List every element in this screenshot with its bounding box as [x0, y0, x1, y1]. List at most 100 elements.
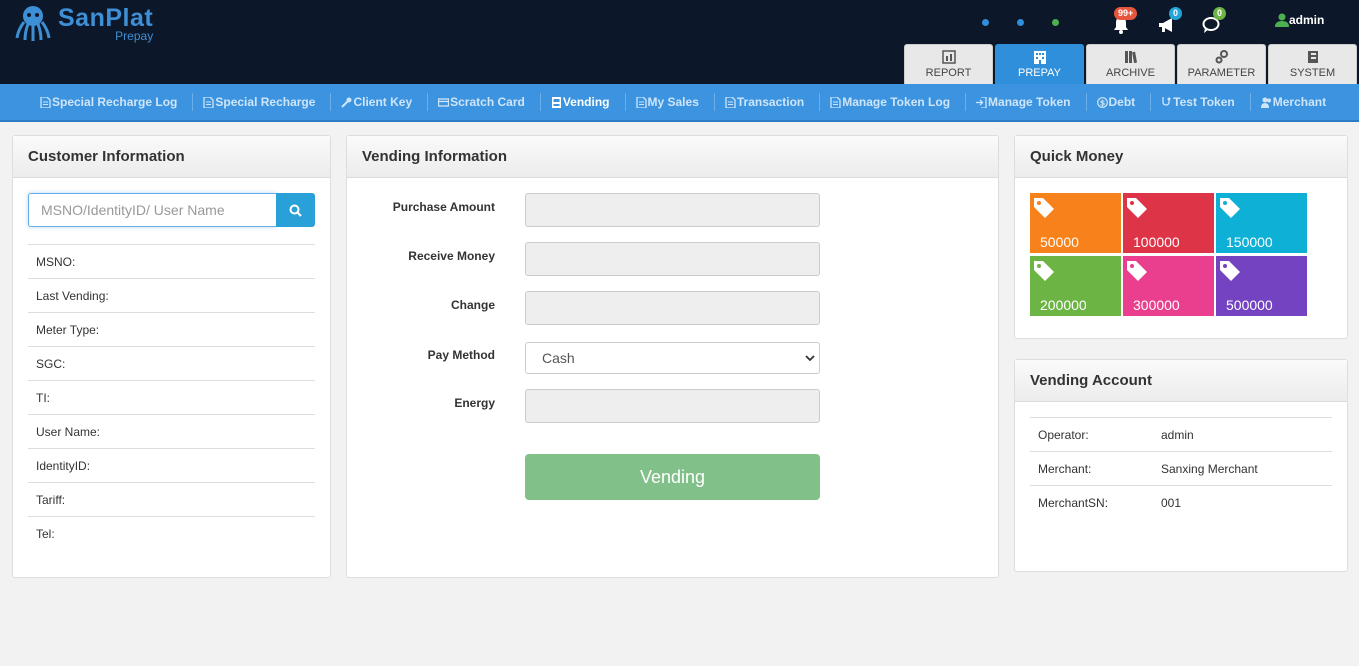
- document-icon: [203, 96, 215, 108]
- vending-account-panel: Vending Account Operator: admin Merchant…: [1014, 359, 1348, 572]
- messages-badge: 0: [1213, 7, 1227, 20]
- account-value: Sanxing Merchant: [1161, 461, 1258, 476]
- document-icon: [830, 96, 841, 108]
- quick-money-amount: 50000: [1040, 234, 1079, 250]
- vending-panel-title: Vending Information: [347, 136, 998, 178]
- tag-icon: [1034, 198, 1054, 218]
- submenu-client-key[interactable]: Client Key: [331, 93, 429, 111]
- tab-archive[interactable]: ARCHIVE: [1086, 44, 1175, 84]
- octopus-logo-icon: [15, 6, 51, 41]
- submenu-test-token[interactable]: Test Token: [1151, 93, 1251, 111]
- receive-money-field[interactable]: [525, 242, 820, 276]
- submenu-label: Vending: [562, 95, 610, 109]
- announcements-badge: 0: [1169, 7, 1183, 20]
- tag-icon: [1127, 198, 1147, 218]
- submenu-label: Special Recharge Log: [52, 95, 178, 109]
- submenu-manage-token[interactable]: Manage Token: [966, 93, 1087, 111]
- submenu-debt[interactable]: $ Debt: [1087, 93, 1152, 111]
- vending-account-title: Vending Account: [1015, 360, 1347, 402]
- submenu-vending[interactable]: Vending: [541, 93, 626, 111]
- logo[interactable]: SanPlat Prepay: [14, 4, 153, 42]
- tab-system[interactable]: SYSTEM: [1268, 44, 1357, 84]
- gears-icon: [1215, 50, 1228, 64]
- submenu-merchant[interactable]: Merchant: [1251, 93, 1341, 111]
- status-dot-blue-2: [1017, 19, 1024, 26]
- submenu-label: Manage Token Log: [842, 95, 951, 109]
- tab-system-label: SYSTEM: [1289, 67, 1336, 79]
- tab-report[interactable]: REPORT: [904, 44, 993, 84]
- submenu-bar: Special Recharge Log Special Recharge Cl…: [0, 84, 1359, 122]
- pay-method-select[interactable]: Cash: [525, 342, 820, 374]
- tab-report-label: REPORT: [925, 67, 972, 79]
- info-last-vending: Last Vending:: [28, 278, 315, 312]
- submenu-label: Transaction: [736, 95, 805, 109]
- info-tel: Tel:: [28, 516, 315, 550]
- quick-money-tile-50000[interactable]: 50000: [1030, 193, 1121, 253]
- vending-panel: Vending Information Purchase Amount Rece…: [346, 135, 999, 578]
- vending-button[interactable]: Vending: [525, 454, 820, 500]
- info-user-name: User Name:: [28, 414, 315, 448]
- tab-parameter[interactable]: PARAMETER: [1177, 44, 1266, 84]
- energy-field[interactable]: [525, 389, 820, 423]
- purchase-amount-field[interactable]: [525, 193, 820, 227]
- books-icon: [1124, 51, 1137, 64]
- chevron-down-icon: [805, 355, 815, 362]
- quick-money-tile-100000[interactable]: 100000: [1123, 193, 1214, 253]
- report-icon: [941, 50, 956, 64]
- card-icon: [438, 97, 450, 107]
- submenu-label: Client Key: [353, 95, 413, 109]
- submenu-transaction[interactable]: Transaction: [715, 93, 821, 111]
- submenu-my-sales[interactable]: My Sales: [626, 93, 715, 111]
- info-identity-id: IdentityID:: [28, 448, 315, 482]
- users-icon: [1260, 97, 1271, 108]
- account-key: MerchantSN:: [1038, 495, 1109, 510]
- tab-parameter-label: PARAMETER: [1187, 67, 1256, 79]
- quick-money-amount: 200000: [1040, 297, 1087, 313]
- pay-method-row: Pay Method Cash: [347, 341, 997, 375]
- quick-money-tile-150000[interactable]: 150000: [1216, 193, 1307, 253]
- document-icon: [725, 96, 736, 108]
- account-row-operator: Operator: admin: [1030, 417, 1332, 451]
- search-icon: [289, 204, 302, 217]
- account-list: Operator: admin Merchant: Sanxing Mercha…: [1030, 417, 1332, 519]
- quick-money-amount: 300000: [1133, 297, 1180, 313]
- status-dot-blue: [982, 19, 989, 26]
- submenu-special-recharge[interactable]: Special Recharge: [193, 93, 332, 111]
- quick-money-title: Quick Money: [1015, 136, 1347, 178]
- dollar-icon: $: [1096, 96, 1108, 108]
- customer-panel-title: Customer Information: [13, 136, 330, 178]
- account-row-merchant-sn: MerchantSN: 001: [1030, 485, 1332, 519]
- quick-money-tile-200000[interactable]: 200000: [1030, 256, 1121, 316]
- user-menu[interactable]: admin: [1275, 13, 1324, 27]
- submenu-label: Special Recharge: [215, 95, 316, 109]
- submenu-label: Scratch Card: [450, 95, 525, 109]
- account-value: admin: [1161, 427, 1194, 442]
- customer-search: [28, 193, 315, 227]
- quick-money-tile-500000[interactable]: 500000: [1216, 256, 1307, 316]
- account-key: Operator:: [1038, 427, 1089, 442]
- account-value: 001: [1161, 495, 1182, 510]
- change-label: Change: [450, 298, 495, 312]
- submenu-label: Merchant: [1272, 95, 1327, 109]
- search-button[interactable]: [276, 193, 315, 227]
- submenu-special-recharge-log[interactable]: Special Recharge Log: [30, 93, 194, 111]
- quick-money-amount: 150000: [1226, 234, 1273, 250]
- info-msno: MSNO:: [28, 244, 315, 278]
- document-icon: [40, 96, 51, 108]
- search-input[interactable]: [28, 193, 276, 227]
- energy-label: Energy: [454, 396, 495, 410]
- purchase-amount-row: Purchase Amount: [347, 193, 997, 227]
- tab-archive-label: ARCHIVE: [1106, 67, 1155, 79]
- submenu-label: Test Token: [1173, 95, 1235, 109]
- quick-money-tile-300000[interactable]: 300000: [1123, 256, 1214, 316]
- pay-method-value: Cash: [542, 350, 575, 366]
- submenu-scratch-card[interactable]: Scratch Card: [428, 93, 541, 111]
- submenu-manage-token-log[interactable]: Manage Token Log: [820, 93, 967, 111]
- change-field[interactable]: [525, 291, 820, 325]
- top-header: SanPlat Prepay 99+ 0 0 admin REPORT PREP…: [0, 0, 1359, 84]
- logo-name: SanPlat: [58, 4, 154, 32]
- customer-info-list: MSNO: Last Vending: Meter Type: SGC: TI:…: [28, 244, 315, 550]
- info-sgc: SGC:: [28, 346, 315, 380]
- tag-icon: [1034, 261, 1054, 281]
- tab-prepay[interactable]: PREPAY: [995, 44, 1084, 84]
